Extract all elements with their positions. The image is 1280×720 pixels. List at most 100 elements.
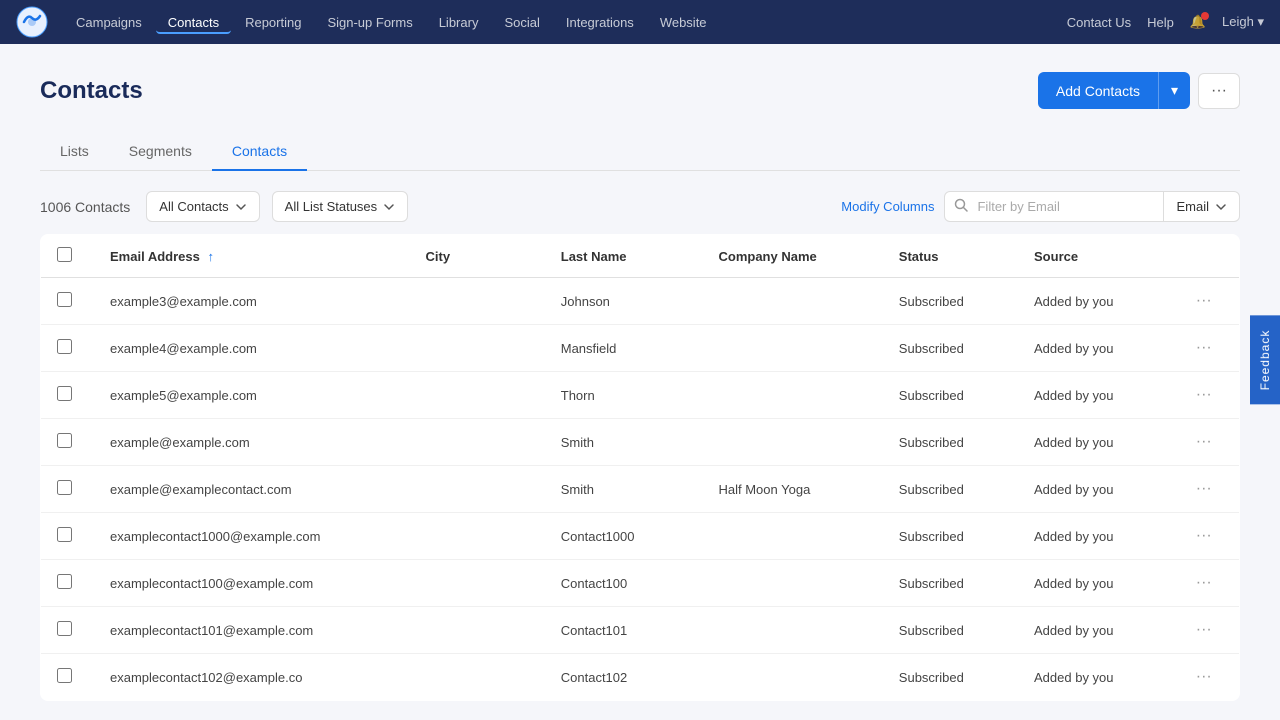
company-cell [703, 513, 883, 560]
nav-link-contacts[interactable]: Contacts [156, 11, 231, 34]
city-cell [410, 466, 545, 513]
row-checkbox[interactable] [57, 480, 72, 495]
page-header: Contacts Add Contacts ▾ ··· [40, 72, 1240, 109]
nav-link-social[interactable]: Social [492, 11, 551, 34]
email-cell: examplecontact100@example.com [94, 560, 410, 607]
help-link[interactable]: Help [1147, 15, 1174, 30]
row-checkbox[interactable] [57, 339, 72, 354]
source-cell: Added by you [1018, 513, 1176, 560]
row-actions-button[interactable]: ··· [1192, 478, 1216, 500]
email-cell: example4@example.com [94, 325, 410, 372]
nav-link-sign-up-forms[interactable]: Sign-up Forms [315, 11, 424, 34]
row-checkbox[interactable] [57, 433, 72, 448]
nav-link-website[interactable]: Website [648, 11, 719, 34]
tab-contacts[interactable]: Contacts [212, 133, 307, 171]
all-list-statuses-dropdown[interactable]: All List Statuses [272, 191, 409, 222]
company-cell [703, 325, 883, 372]
row-checkbox[interactable] [57, 386, 72, 401]
source-cell: Added by you [1018, 466, 1176, 513]
company-cell: Half Moon Yoga [703, 466, 883, 513]
row-checkbox-cell [41, 278, 95, 325]
email-cell: example5@example.com [94, 372, 410, 419]
all-list-statuses-label: All List Statuses [285, 199, 378, 214]
add-contacts-button[interactable]: Add Contacts ▾ [1038, 72, 1190, 109]
company-cell [703, 372, 883, 419]
top-nav: CampaignsContactsReportingSign-up FormsL… [0, 0, 1280, 44]
source-header[interactable]: Source [1018, 235, 1176, 278]
table-row: example@example.com Smith Subscribed Add… [41, 419, 1240, 466]
row-actions-cell: ··· [1176, 419, 1240, 466]
row-checkbox[interactable] [57, 668, 72, 683]
nav-link-library[interactable]: Library [427, 11, 491, 34]
row-checkbox-cell [41, 466, 95, 513]
row-actions-cell: ··· [1176, 607, 1240, 654]
row-checkbox-cell [41, 372, 95, 419]
tabs: ListsSegmentsContacts [40, 133, 1240, 171]
nav-link-reporting[interactable]: Reporting [233, 11, 313, 34]
row-actions-button[interactable]: ··· [1192, 431, 1216, 453]
email-cell: example@examplecontact.com [94, 466, 410, 513]
city-cell [410, 278, 545, 325]
row-checkbox[interactable] [57, 527, 72, 542]
city-cell [410, 607, 545, 654]
app-logo[interactable] [16, 6, 48, 38]
row-actions-button[interactable]: ··· [1192, 572, 1216, 594]
row-actions-button[interactable]: ··· [1192, 666, 1216, 688]
city-cell [410, 325, 545, 372]
user-menu[interactable]: Leigh ▾ [1222, 14, 1264, 30]
all-contacts-dropdown[interactable]: All Contacts [146, 191, 259, 222]
row-checkbox-cell [41, 560, 95, 607]
email-address-header[interactable]: Email Address ↑ [94, 235, 410, 278]
tab-lists[interactable]: Lists [40, 133, 109, 171]
city-header[interactable]: City [410, 235, 545, 278]
city-cell [410, 419, 545, 466]
more-options-button[interactable]: ··· [1198, 73, 1240, 109]
table-row: examplecontact102@example.co Contact102 … [41, 654, 1240, 701]
contacts-table: Email Address ↑ City Last Name Company N… [40, 234, 1240, 701]
row-actions-button[interactable]: ··· [1192, 290, 1216, 312]
status-cell: Subscribed [883, 325, 1018, 372]
row-actions-button[interactable]: ··· [1192, 384, 1216, 406]
last-name-cell: Contact1000 [545, 513, 703, 560]
header-actions: Add Contacts ▾ ··· [1038, 72, 1240, 109]
select-all-checkbox[interactable] [57, 247, 72, 262]
main-content: Contacts Add Contacts ▾ ··· ListsSegment… [0, 44, 1280, 701]
search-type-dropdown[interactable]: Email [1164, 191, 1240, 222]
source-cell: Added by you [1018, 654, 1176, 701]
table-row: example4@example.com Mansfield Subscribe… [41, 325, 1240, 372]
modify-columns-button[interactable]: Modify Columns [841, 199, 934, 214]
status-cell: Subscribed [883, 466, 1018, 513]
page-title: Contacts [40, 77, 143, 105]
source-cell: Added by you [1018, 419, 1176, 466]
nav-link-campaigns[interactable]: Campaigns [64, 11, 154, 34]
row-actions-cell: ··· [1176, 466, 1240, 513]
status-cell: Subscribed [883, 560, 1018, 607]
table-header: Email Address ↑ City Last Name Company N… [41, 235, 1240, 278]
last-name-cell: Mansfield [545, 325, 703, 372]
email-cell: examplecontact1000@example.com [94, 513, 410, 560]
feedback-tab[interactable]: Feedback [1250, 316, 1280, 405]
company-name-header[interactable]: Company Name [703, 235, 883, 278]
row-actions-button[interactable]: ··· [1192, 337, 1216, 359]
select-all-header [41, 235, 95, 278]
row-actions-button[interactable]: ··· [1192, 619, 1216, 641]
source-cell: Added by you [1018, 325, 1176, 372]
table-row: examplecontact1000@example.com Contact10… [41, 513, 1240, 560]
contact-us-link[interactable]: Contact Us [1067, 15, 1131, 30]
search-input[interactable] [944, 191, 1164, 222]
notifications-icon[interactable]: 🔔 [1190, 14, 1206, 30]
last-name-cell: Contact100 [545, 560, 703, 607]
nav-link-integrations[interactable]: Integrations [554, 11, 646, 34]
table-row: example3@example.com Johnson Subscribed … [41, 278, 1240, 325]
last-name-header[interactable]: Last Name [545, 235, 703, 278]
status-header[interactable]: Status [883, 235, 1018, 278]
row-checkbox[interactable] [57, 621, 72, 636]
company-cell [703, 560, 883, 607]
status-cell: Subscribed [883, 607, 1018, 654]
table-row: examplecontact100@example.com Contact100… [41, 560, 1240, 607]
row-checkbox[interactable] [57, 574, 72, 589]
row-actions-button[interactable]: ··· [1192, 525, 1216, 547]
tab-segments[interactable]: Segments [109, 133, 212, 171]
add-contacts-chevron-icon[interactable]: ▾ [1158, 72, 1190, 109]
row-checkbox[interactable] [57, 292, 72, 307]
